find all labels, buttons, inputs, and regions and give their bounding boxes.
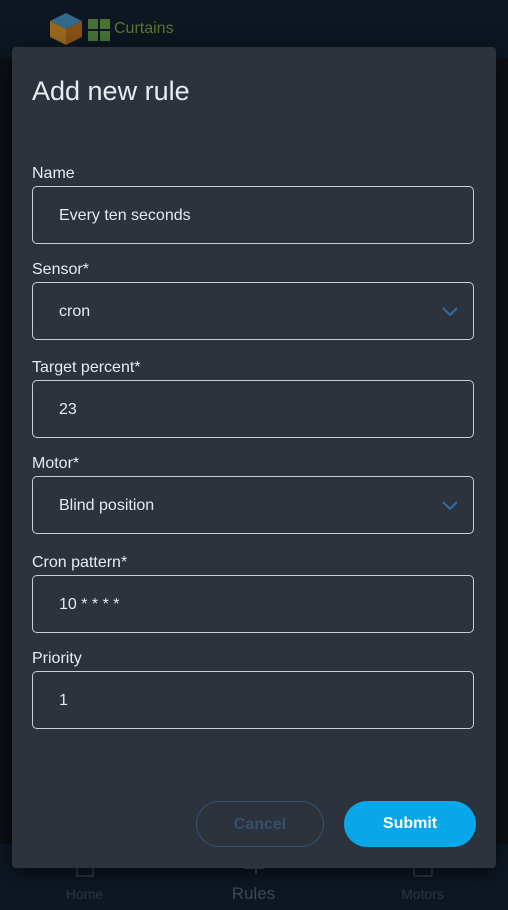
- cron-pattern-label: Cron pattern*: [32, 554, 128, 571]
- cron-pattern-value: 10 * * * *: [59, 596, 120, 613]
- name-value: Every ten seconds: [59, 207, 191, 224]
- submit-button[interactable]: Submit: [344, 801, 476, 847]
- cancel-button[interactable]: Cancel: [196, 801, 324, 847]
- priority-value: 1: [59, 692, 68, 709]
- motor-value: Blind position: [59, 497, 155, 514]
- add-rule-dialog: Add new rule Name Every ten seconds Sens…: [12, 47, 496, 868]
- sensor-select[interactable]: cron: [32, 282, 474, 340]
- chevron-down-icon: [442, 307, 458, 317]
- priority-label: Priority: [32, 650, 82, 667]
- name-input[interactable]: Every ten seconds: [32, 186, 474, 244]
- motor-select[interactable]: Blind position: [32, 476, 474, 534]
- dialog-title: Add new rule: [32, 76, 190, 106]
- sensor-value: cron: [59, 303, 91, 320]
- target-percent-label: Target percent*: [32, 359, 141, 376]
- name-label: Name: [32, 165, 75, 182]
- cron-pattern-input[interactable]: 10 * * * *: [32, 575, 474, 633]
- sensor-label: Sensor*: [32, 261, 89, 278]
- target-percent-value: 23: [59, 401, 77, 418]
- target-percent-input[interactable]: 23: [32, 380, 474, 438]
- priority-input[interactable]: 1: [32, 671, 474, 729]
- motor-label: Motor*: [32, 455, 80, 472]
- chevron-down-icon: [442, 501, 458, 511]
